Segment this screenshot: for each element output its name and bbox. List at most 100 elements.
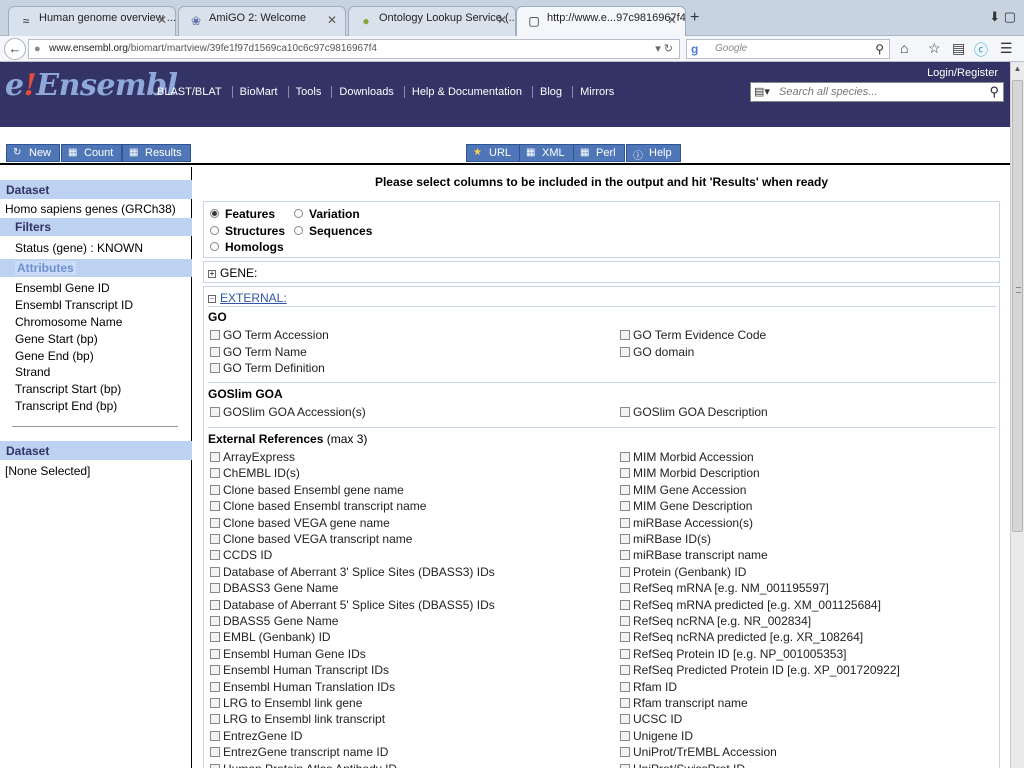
checkbox-unchecked-icon[interactable] — [210, 363, 220, 373]
window-controls[interactable]: ⬇ ▢ — [989, 9, 1016, 25]
nav-help[interactable]: Help & Documentation — [403, 86, 529, 98]
checkbox-unchecked-icon[interactable] — [620, 599, 630, 610]
count-button[interactable]: ▦ Count — [61, 144, 123, 162]
menu-icon[interactable]: ☰ — [1000, 40, 1013, 57]
attribute-checkbox[interactable]: MIM Gene Description — [620, 499, 752, 513]
attribute-checkbox[interactable]: GO domain — [620, 345, 694, 359]
attribute-checkbox[interactable]: miRBase transcript name — [620, 548, 768, 562]
attribute-checkbox[interactable]: UCSC ID — [620, 712, 682, 726]
attribute-checkbox[interactable]: Rfam ID — [620, 680, 677, 694]
checkbox-unchecked-icon[interactable] — [620, 632, 630, 643]
checkbox-unchecked-icon[interactable] — [620, 616, 630, 626]
nav-mirrors[interactable]: Mirrors — [572, 86, 622, 98]
back-arrow-icon[interactable]: ← — [4, 38, 26, 60]
checkbox-unchecked-icon[interactable] — [620, 501, 630, 512]
attribute-checkbox[interactable]: RefSeq ncRNA predicted [e.g. XR_108264] — [620, 630, 863, 644]
perl-button[interactable]: ▦ Perl — [573, 144, 625, 162]
close-icon[interactable]: ✕ — [157, 13, 167, 27]
attribute-checkbox[interactable]: GO Term Evidence Code — [620, 328, 766, 342]
checkbox-unchecked-icon[interactable] — [210, 407, 220, 417]
checkbox-unchecked-icon[interactable] — [210, 566, 220, 577]
attribute-checkbox[interactable]: MIM Morbid Description — [620, 466, 760, 480]
checkbox-unchecked-icon[interactable] — [620, 583, 630, 594]
browser-search-input[interactable]: g Google ⚲ — [686, 39, 890, 59]
checkbox-unchecked-icon[interactable] — [210, 484, 220, 495]
reading-list-icon[interactable]: ▤ — [952, 40, 965, 57]
attribute-checkbox[interactable]: Database of Aberrant 3' Splice Sites (DB… — [210, 565, 495, 579]
tab-human-genome[interactable]: ≈ Human genome overview ... ✕ — [8, 6, 176, 36]
radio-homologs[interactable]: Homologs — [210, 240, 284, 254]
attribute-checkbox[interactable]: Unigene ID — [620, 729, 693, 743]
dataset2-heading[interactable]: Dataset — [0, 441, 192, 460]
nav-biomart[interactable]: BioMart — [231, 86, 285, 98]
attribute-checkbox[interactable]: MIM Morbid Accession — [620, 450, 754, 464]
help-button[interactable]: ⓘ Help — [626, 144, 681, 162]
new-button[interactable]: ↻ New — [6, 144, 61, 162]
attribute-checkbox[interactable]: UniProt/TrEMBL Accession — [620, 745, 777, 759]
filters-heading[interactable]: Filters — [0, 218, 192, 236]
nav-blog[interactable]: Blog — [532, 86, 570, 98]
attribute-checkbox[interactable]: Clone based Ensembl transcript name — [210, 499, 426, 513]
attribute-checkbox[interactable]: miRBase Accession(s) — [620, 516, 753, 530]
attribute-checkbox[interactable]: Rfam transcript name — [620, 696, 748, 710]
dataset2-value[interactable]: [None Selected] — [5, 464, 90, 478]
dataset-value[interactable]: Homo sapiens genes (GRCh38) — [5, 202, 176, 216]
checkbox-unchecked-icon[interactable] — [210, 501, 220, 512]
checkbox-unchecked-icon[interactable] — [210, 534, 220, 544]
checkbox-unchecked-icon[interactable] — [210, 730, 220, 741]
attribute-checkbox[interactable]: Clone based Ensembl gene name — [210, 483, 404, 497]
checkbox-unchecked-icon[interactable] — [210, 714, 220, 725]
checkbox-unchecked-icon[interactable] — [210, 616, 220, 626]
attribute-checkbox[interactable]: Human Protein Atlas Antibody ID — [210, 762, 397, 768]
checkbox-unchecked-icon[interactable] — [620, 534, 630, 544]
checkbox-unchecked-icon[interactable] — [620, 468, 630, 479]
checkbox-unchecked-icon[interactable] — [210, 550, 220, 561]
attribute-checkbox[interactable]: EntrezGene ID — [210, 729, 302, 743]
checkbox-unchecked-icon[interactable] — [620, 484, 630, 495]
attribute-checkbox[interactable]: Clone based VEGA transcript name — [210, 532, 412, 546]
attribute-checkbox[interactable]: LRG to Ensembl link gene — [210, 696, 362, 710]
attribute-checkbox[interactable]: ChEMBL ID(s) — [210, 466, 300, 480]
collapse-icon[interactable]: − — [208, 295, 216, 303]
radio-variation[interactable]: Variation — [294, 207, 360, 221]
checkbox-unchecked-icon[interactable] — [210, 665, 220, 676]
checkbox-unchecked-icon[interactable] — [620, 550, 630, 561]
attribute-checkbox[interactable]: DBASS5 Gene Name — [210, 614, 338, 628]
attribute-checkbox[interactable]: Ensembl Human Translation IDs — [210, 680, 395, 694]
checkbox-unchecked-icon[interactable] — [620, 346, 630, 357]
checkbox-unchecked-icon[interactable] — [210, 698, 220, 708]
checkbox-unchecked-icon[interactable] — [210, 452, 220, 462]
checkbox-unchecked-icon[interactable] — [210, 763, 220, 768]
checkbox-unchecked-icon[interactable] — [210, 599, 220, 610]
checkbox-unchecked-icon[interactable] — [620, 566, 630, 577]
attribute-checkbox[interactable]: EMBL (Genbank) ID — [210, 630, 331, 644]
scroll-thumb[interactable] — [1012, 80, 1023, 532]
attribute-checkbox[interactable]: GO Term Accession — [210, 328, 329, 342]
checkbox-unchecked-icon[interactable] — [620, 763, 630, 768]
checkbox-unchecked-icon[interactable] — [620, 452, 630, 462]
page-scrollbar[interactable]: ▲ — [1010, 62, 1024, 768]
attribute-checkbox[interactable]: GOSlim GOA Accession(s) — [210, 405, 366, 419]
attribute-checkbox[interactable]: Protein (Genbank) ID — [620, 565, 746, 579]
attribute-checkbox[interactable]: GO Term Definition — [210, 361, 325, 375]
checkbox-unchecked-icon[interactable] — [210, 517, 220, 528]
tab-biomart[interactable]: ▢ http://www.e...97c9816967f4 ✕ — [516, 6, 686, 36]
attribute-checkbox[interactable]: Clone based VEGA gene name — [210, 516, 390, 530]
attribute-checkbox[interactable]: EntrezGene transcript name ID — [210, 745, 388, 759]
radio-sequences[interactable]: Sequences — [294, 224, 372, 238]
attribute-checkbox[interactable]: RefSeq Predicted Protein ID [e.g. XP_001… — [620, 663, 900, 677]
radio-features[interactable]: Features — [210, 207, 275, 221]
search-scope-icon[interactable]: ▤▾ — [754, 85, 770, 98]
external-section-header[interactable]: − EXTERNAL: — [208, 291, 287, 305]
bookmark-star-icon[interactable]: ☆ — [928, 40, 941, 57]
close-icon[interactable]: ✕ — [327, 13, 337, 27]
species-search-input[interactable]: ▤▾ Search all species... ⚲ — [750, 82, 1004, 102]
tab-amigo[interactable]: ❀ AmiGO 2: Welcome ✕ — [178, 6, 346, 36]
reload-icon[interactable]: ▾ ↻ — [655, 42, 673, 55]
attribute-checkbox[interactable]: RefSeq Protein ID [e.g. NP_001005353] — [620, 647, 846, 661]
checkbox-unchecked-icon[interactable] — [210, 468, 220, 479]
checkbox-unchecked-icon[interactable] — [210, 632, 220, 643]
expand-icon[interactable]: + — [208, 270, 216, 278]
scroll-up-arrow-icon[interactable]: ▲ — [1011, 62, 1024, 76]
checkbox-unchecked-icon[interactable] — [620, 648, 630, 659]
